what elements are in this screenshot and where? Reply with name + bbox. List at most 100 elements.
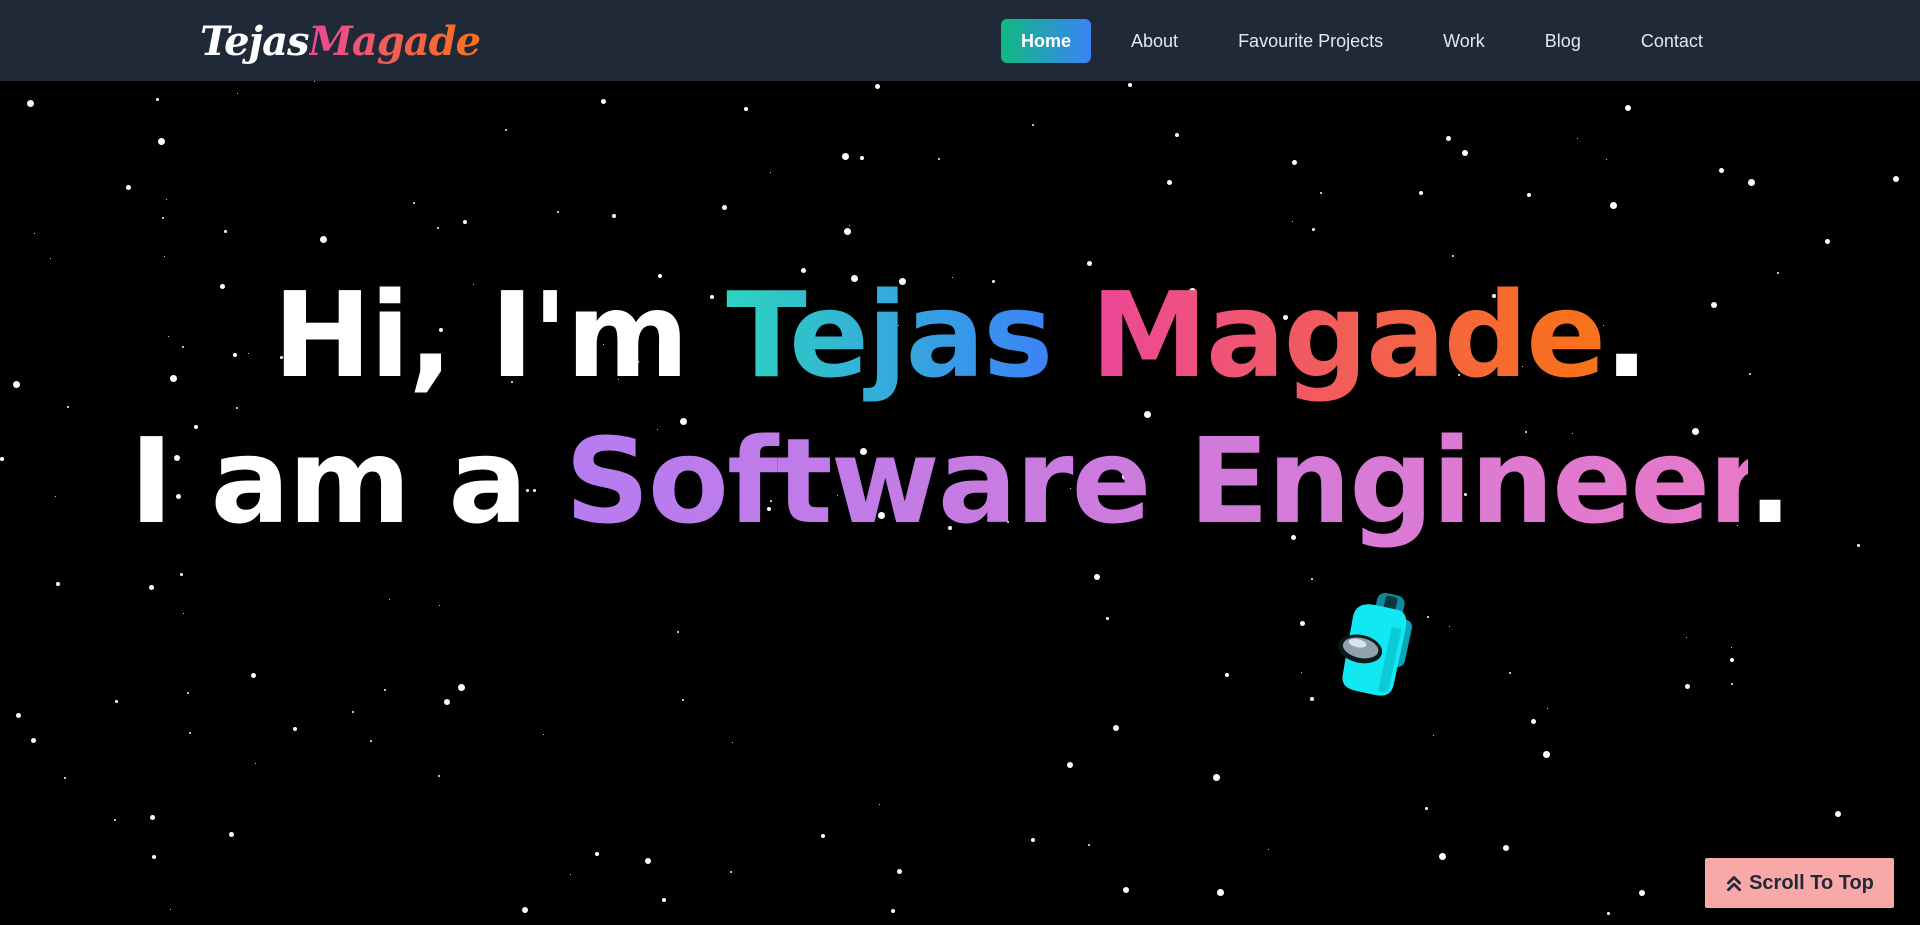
star: [1217, 889, 1224, 896]
star: [1685, 684, 1690, 689]
star: [557, 211, 559, 213]
star: [1175, 133, 1179, 137]
star: [1607, 912, 1610, 915]
star: [183, 613, 184, 614]
star: [1167, 180, 1172, 185]
star: [662, 898, 666, 902]
star: [320, 236, 327, 243]
star: [1452, 255, 1454, 257]
hero-greeting-line: Hi, I'm Tejas Magade.: [0, 262, 1920, 408]
star: [1106, 617, 1109, 620]
nav-link-about[interactable]: About: [1111, 19, 1198, 63]
star: [370, 740, 372, 742]
star: [224, 230, 227, 233]
star: [682, 699, 684, 701]
star: [170, 909, 171, 910]
star: [1113, 725, 1119, 731]
star: [860, 156, 864, 160]
star: [1292, 221, 1293, 222]
nav-link-blog[interactable]: Blog: [1525, 19, 1601, 63]
nav-link-work[interactable]: Work: [1423, 19, 1505, 63]
star: [1748, 179, 1755, 186]
star: [1268, 849, 1269, 850]
hero-role-period: .: [1747, 412, 1793, 550]
star: [237, 93, 238, 94]
star: [114, 819, 116, 821]
star: [1213, 774, 1220, 781]
star: [31, 738, 36, 743]
hero-greeting-period: .: [1604, 266, 1649, 404]
star: [50, 258, 51, 259]
star: [1625, 105, 1631, 111]
hero-role-prefix: I am a: [129, 412, 565, 550]
star: [1527, 193, 1531, 197]
star: [1503, 845, 1509, 851]
star: [1610, 202, 1617, 209]
star: [1686, 637, 1687, 638]
star: [1433, 735, 1434, 736]
scroll-to-top-button[interactable]: Scroll To Top: [1705, 858, 1894, 908]
star: [1509, 672, 1511, 674]
star: [34, 233, 35, 234]
star: [1031, 838, 1035, 842]
star: [115, 700, 118, 703]
star: [438, 775, 440, 777]
star: [1639, 890, 1645, 896]
star: [1300, 621, 1305, 626]
star: [27, 100, 34, 107]
star: [389, 599, 390, 600]
star: [64, 777, 66, 779]
star: [732, 742, 733, 743]
star: [938, 158, 940, 160]
hero-role: Software Engineer: [564, 412, 1750, 550]
star: [1731, 647, 1732, 648]
star: [730, 871, 732, 873]
star: [1577, 138, 1578, 139]
nav-link-home[interactable]: Home: [1001, 19, 1092, 63]
star: [1731, 683, 1733, 685]
star: [180, 573, 183, 576]
navbar: TejasMagade Home About Favourite Project…: [0, 0, 1920, 81]
star: [352, 711, 354, 713]
star: [444, 699, 450, 705]
star: [1301, 672, 1302, 673]
logo-first-name: Tejas: [200, 18, 310, 65]
star: [229, 832, 234, 837]
star: [595, 852, 599, 856]
nav-link-contact[interactable]: Contact: [1621, 19, 1723, 63]
star: [126, 185, 131, 190]
star: [897, 869, 902, 874]
star: [149, 585, 154, 590]
star: [166, 199, 167, 200]
star: [158, 138, 165, 145]
site-logo[interactable]: TejasMagade: [200, 14, 481, 70]
star: [543, 734, 544, 735]
nav-link-favourite-projects[interactable]: Favourite Projects: [1218, 19, 1403, 63]
star: [384, 689, 386, 691]
star: [1088, 844, 1090, 846]
star: [612, 214, 616, 218]
star: [849, 225, 850, 226]
star: [522, 907, 528, 913]
star: [1730, 658, 1734, 662]
star: [1543, 751, 1550, 758]
star: [293, 727, 297, 731]
star: [1825, 239, 1830, 244]
star: [162, 217, 164, 219]
star: [842, 153, 849, 160]
star: [1128, 83, 1132, 87]
star: [164, 256, 165, 257]
star: [645, 858, 651, 864]
star: [1067, 762, 1073, 768]
star: [463, 220, 467, 224]
star: [314, 81, 315, 82]
star: [189, 732, 191, 734]
star: [1893, 176, 1899, 182]
star: [844, 228, 851, 235]
star: [187, 692, 189, 694]
star: [1225, 673, 1229, 677]
star: [1462, 150, 1468, 156]
hero-first-name: Tejas: [726, 266, 1053, 404]
star: [156, 98, 159, 101]
star: [437, 227, 439, 229]
